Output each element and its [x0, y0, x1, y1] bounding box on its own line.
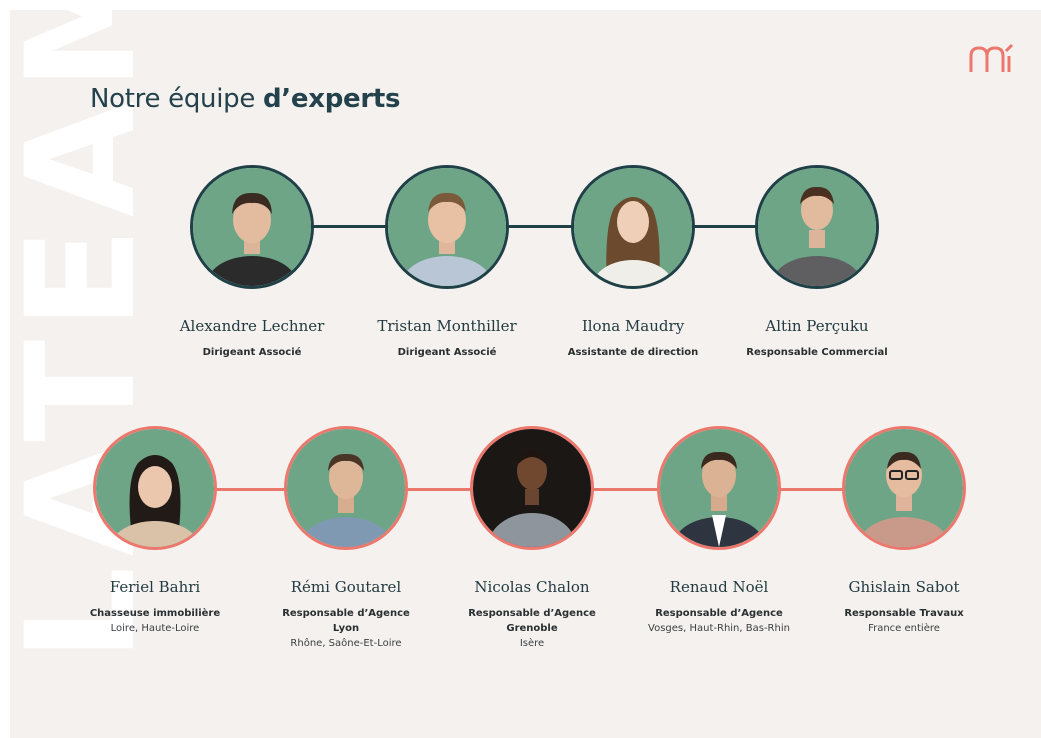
page-title: Notre équipe d’experts [90, 84, 400, 114]
portrait-icon [758, 168, 876, 286]
member-name: Nicolas Chalon [474, 578, 590, 596]
team-member-card: Ghislain Sabot Responsable Travaux Franc… [819, 426, 989, 634]
portrait-icon [574, 168, 692, 286]
team-member-card: Altin Perçuku Responsable Commercial [732, 165, 902, 358]
member-name: Ghislain Sabot [848, 578, 960, 596]
member-area: Isère [519, 638, 545, 649]
member-area: Vosges, Haut-Rhin, Bas-Rhin [648, 623, 790, 634]
member-photo [470, 426, 594, 550]
title-regular: Notre équipe [90, 84, 263, 114]
member-name: Renaud Noël [669, 578, 769, 596]
member-role: Responsable Travaux [844, 608, 964, 619]
brand-logo-icon [969, 43, 1014, 72]
member-photo [190, 165, 314, 289]
team-member-card: Alexandre Lechner Dirigeant Associé [167, 165, 337, 358]
member-photo [284, 426, 408, 550]
member-name: Alexandre Lechner [179, 317, 325, 335]
member-name: Altin Perçuku [765, 317, 869, 335]
portrait-icon [193, 168, 311, 286]
member-city: Grenoble [506, 623, 558, 634]
member-role: Chasseuse immobilière [89, 608, 221, 619]
member-role: Responsable d’Agence [468, 608, 596, 619]
member-name: Tristan Monthiller [377, 317, 517, 335]
member-photo [93, 426, 217, 550]
member-area: Loire, Haute-Loire [110, 623, 200, 634]
team-member-card: Feriel Bahri Chasseuse immobilière Loire… [70, 426, 240, 634]
member-photo [842, 426, 966, 550]
member-role: Responsable d’Agence [655, 608, 783, 619]
member-name: Rémi Goutarel [290, 578, 402, 596]
portrait-icon [287, 429, 405, 547]
member-role: Responsable Commercial [746, 347, 888, 358]
member-name: Ilona Maudry [581, 317, 685, 335]
team-member-card: Rémi Goutarel Responsable d’Agence Lyon … [261, 426, 431, 649]
portrait-icon [660, 429, 778, 547]
member-city: Lyon [332, 623, 360, 634]
member-role: Dirigeant Associé [397, 347, 497, 358]
member-photo [755, 165, 879, 289]
portrait-icon [96, 429, 214, 547]
member-photo [657, 426, 781, 550]
title-bold: d’experts [263, 84, 401, 114]
portrait-icon [845, 429, 963, 547]
team-member-card: Renaud Noël Responsable d’Agence Vosges,… [634, 426, 804, 634]
team-member-card: Nicolas Chalon Responsable d’Agence Gren… [447, 426, 617, 649]
portrait-icon [388, 168, 506, 286]
member-role: Responsable d’Agence [282, 608, 410, 619]
member-name: Feriel Bahri [109, 578, 201, 596]
team-member-card: Tristan Monthiller Dirigeant Associé [362, 165, 532, 358]
team-slide: LATEAM Notre équipe d’experts Alexandre … [10, 10, 1041, 738]
team-member-card: Ilona Maudry Assistante de direction [548, 165, 718, 358]
member-role: Assistante de direction [567, 347, 699, 358]
member-role: Dirigeant Associé [202, 347, 302, 358]
member-area: France entière [868, 623, 940, 634]
member-photo [571, 165, 695, 289]
portrait-icon [473, 429, 591, 547]
member-area: Rhône, Saône-Et-Loire [290, 638, 402, 649]
member-photo [385, 165, 509, 289]
